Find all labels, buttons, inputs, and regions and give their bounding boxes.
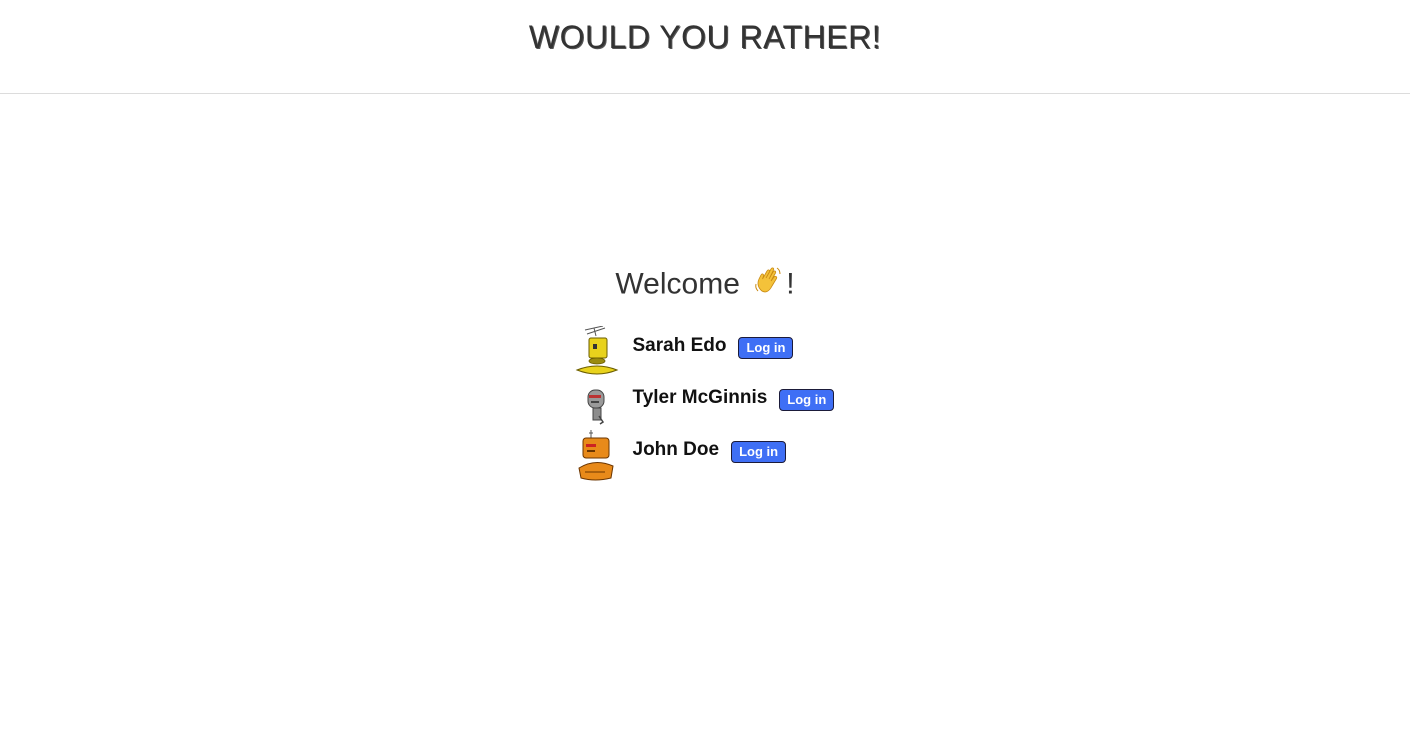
- login-panel: Welcome ! Sarah Edo Log in Tyler McGinni…: [0, 264, 1410, 482]
- yellow-robot-avatar-icon: [575, 325, 619, 378]
- welcome-exclamation: !: [786, 267, 795, 301]
- app-header: WOULD YOU RATHER!: [0, 0, 1410, 94]
- orange-robot-avatar-icon: [575, 430, 619, 482]
- gray-robot-avatar-icon: [575, 378, 619, 430]
- user-row-tyler-mcginnis: Tyler McGinnis Log in: [575, 378, 835, 430]
- app-title: WOULD YOU RATHER!: [528, 19, 882, 55]
- welcome-text: Welcome: [615, 267, 749, 301]
- user-list: Sarah Edo Log in Tyler McGinnis Log in J…: [575, 325, 835, 482]
- waving-hand-icon: [752, 264, 784, 307]
- user-row-john-doe: John Doe Log in: [575, 430, 835, 482]
- user-row-sarah-edo: Sarah Edo Log in: [575, 325, 835, 378]
- user-name: John Doe: [632, 439, 720, 460]
- login-button-tyler-mcginnis[interactable]: Log in: [779, 389, 835, 411]
- login-button-sarah-edo[interactable]: Log in: [738, 337, 794, 359]
- user-name: Tyler McGinnis: [632, 387, 768, 408]
- user-name: Sarah Edo: [632, 335, 727, 356]
- login-button-john-doe[interactable]: Log in: [731, 441, 787, 463]
- welcome-heading: Welcome !: [615, 264, 794, 304]
